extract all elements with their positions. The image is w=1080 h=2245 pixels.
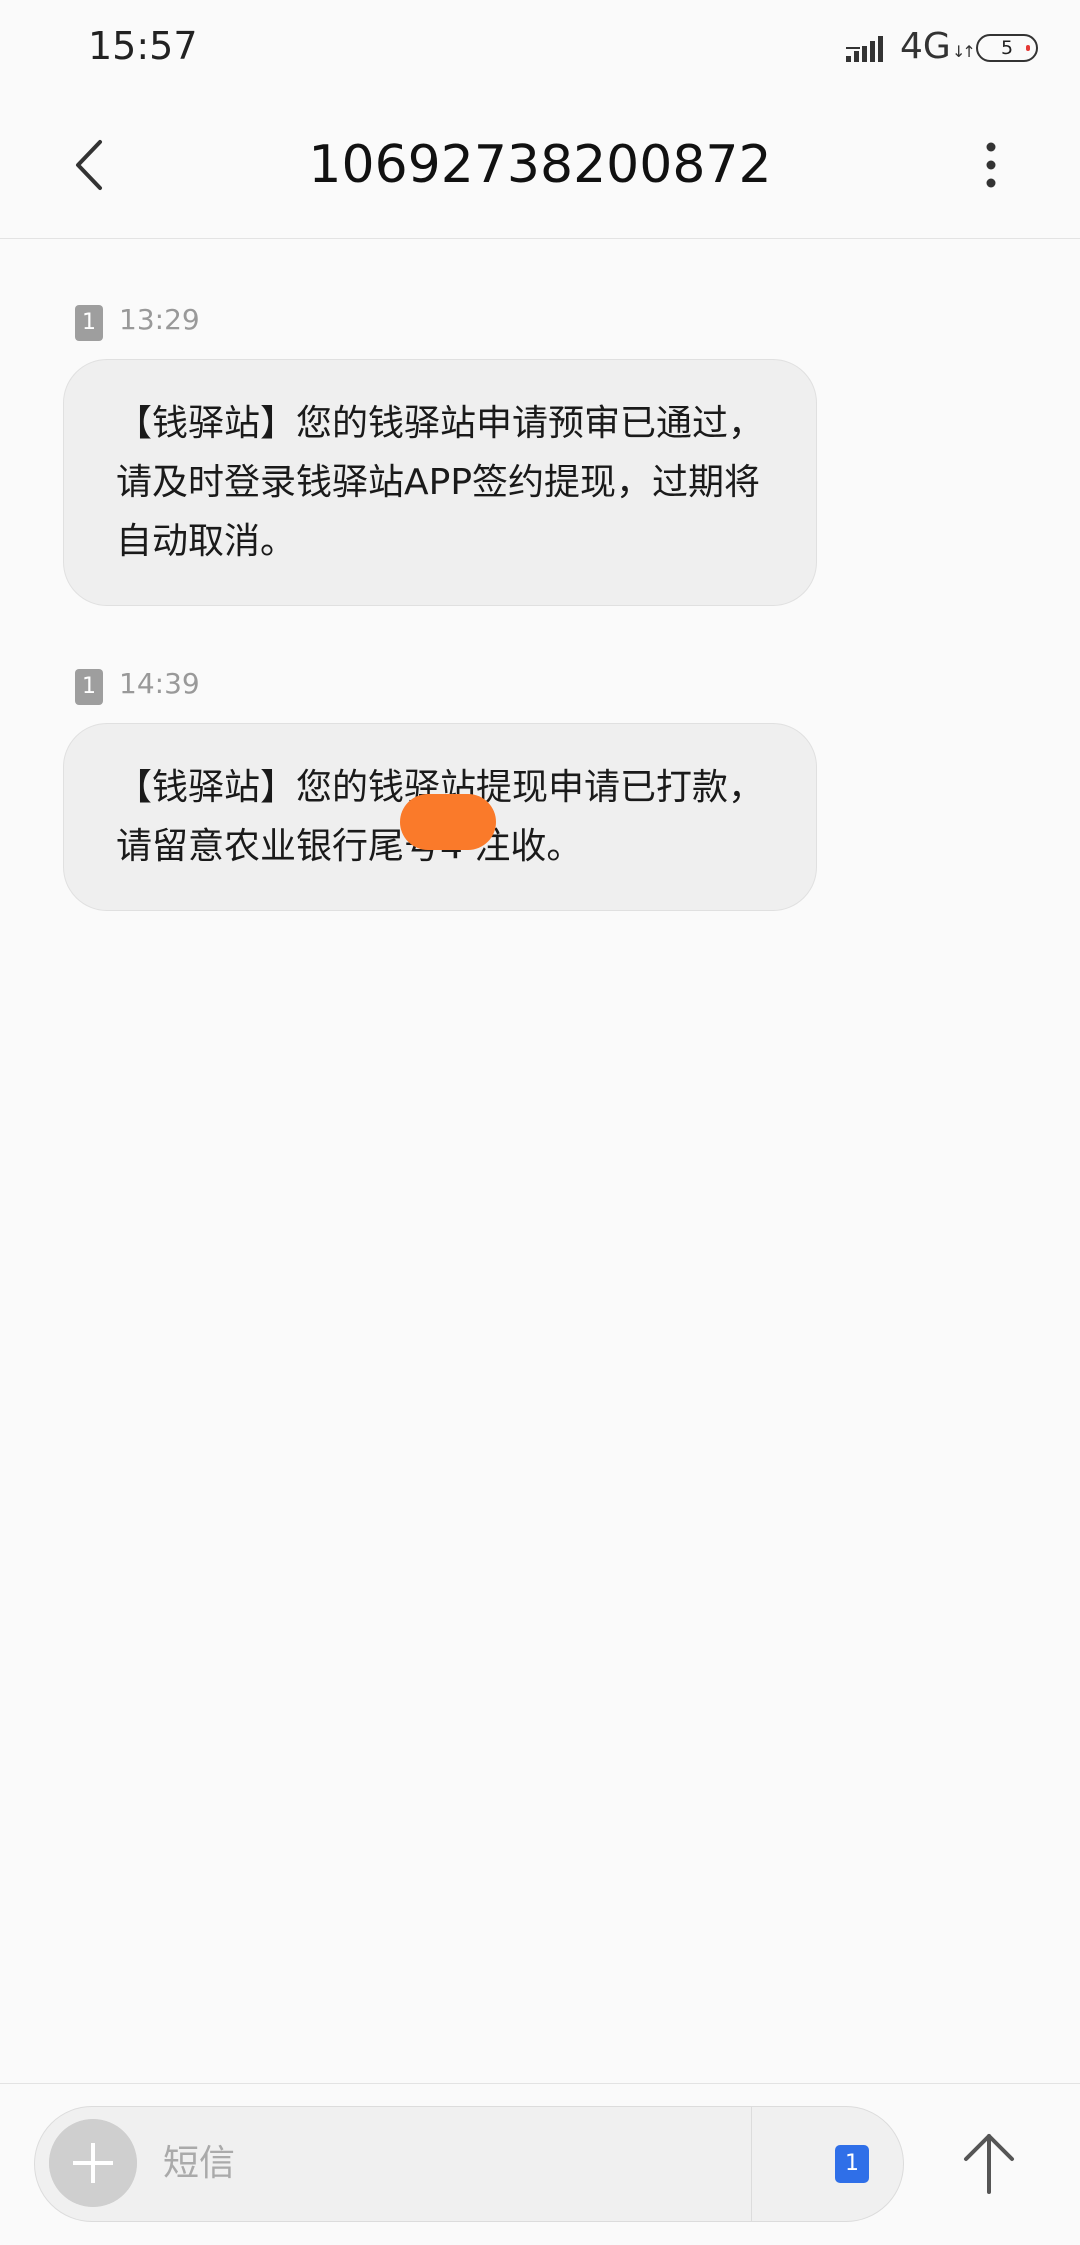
status-time: 15:57	[88, 24, 198, 68]
page-title: 10692738200872	[308, 135, 772, 195]
message-time: 13:29	[119, 303, 200, 336]
add-attachment-button[interactable]	[49, 2119, 137, 2207]
status-bar: 15:57 4G ↓↑ 5	[0, 0, 1080, 100]
sim-card-icon: 1	[75, 669, 103, 705]
message-meta: 1 14:39	[63, 663, 817, 709]
message-item: 1 14:39 【钱驿站】您的钱驿站提现申请已打款，请留意农业银行尾号4 注收。	[63, 663, 817, 911]
composer-divider	[751, 2107, 752, 2221]
redaction-mark	[400, 794, 496, 850]
data-activity-icon: ↓↑	[952, 42, 976, 61]
battery-level: 5	[1000, 37, 1014, 59]
sim-card-icon: 1	[75, 305, 103, 341]
sim-select-button[interactable]: 1	[835, 2145, 869, 2183]
send-button[interactable]	[954, 2124, 1024, 2204]
message-meta: 1 13:29	[63, 299, 817, 345]
battery-icon: 5	[976, 34, 1038, 62]
message-input[interactable]	[163, 2135, 563, 2191]
message-item: 1 13:29 【钱驿站】您的钱驿站申请预审已通过，请及时登录钱驿站APP签约提…	[63, 299, 817, 606]
more-options-button[interactable]	[964, 130, 1018, 200]
network-type: 4G	[900, 26, 951, 67]
composer-pill: 1	[34, 2106, 904, 2222]
composer-bar: 1	[0, 2083, 1080, 2245]
conversation-header: 10692738200872	[0, 100, 1080, 239]
battery-indicator	[1026, 45, 1030, 51]
message-bubble[interactable]: 【钱驿站】您的钱驿站申请预审已通过，请及时登录钱驿站APP签约提现，过期将自动取…	[63, 359, 817, 606]
back-button[interactable]	[60, 130, 120, 200]
signal-bars-icon	[846, 36, 883, 62]
message-time: 14:39	[119, 667, 200, 700]
